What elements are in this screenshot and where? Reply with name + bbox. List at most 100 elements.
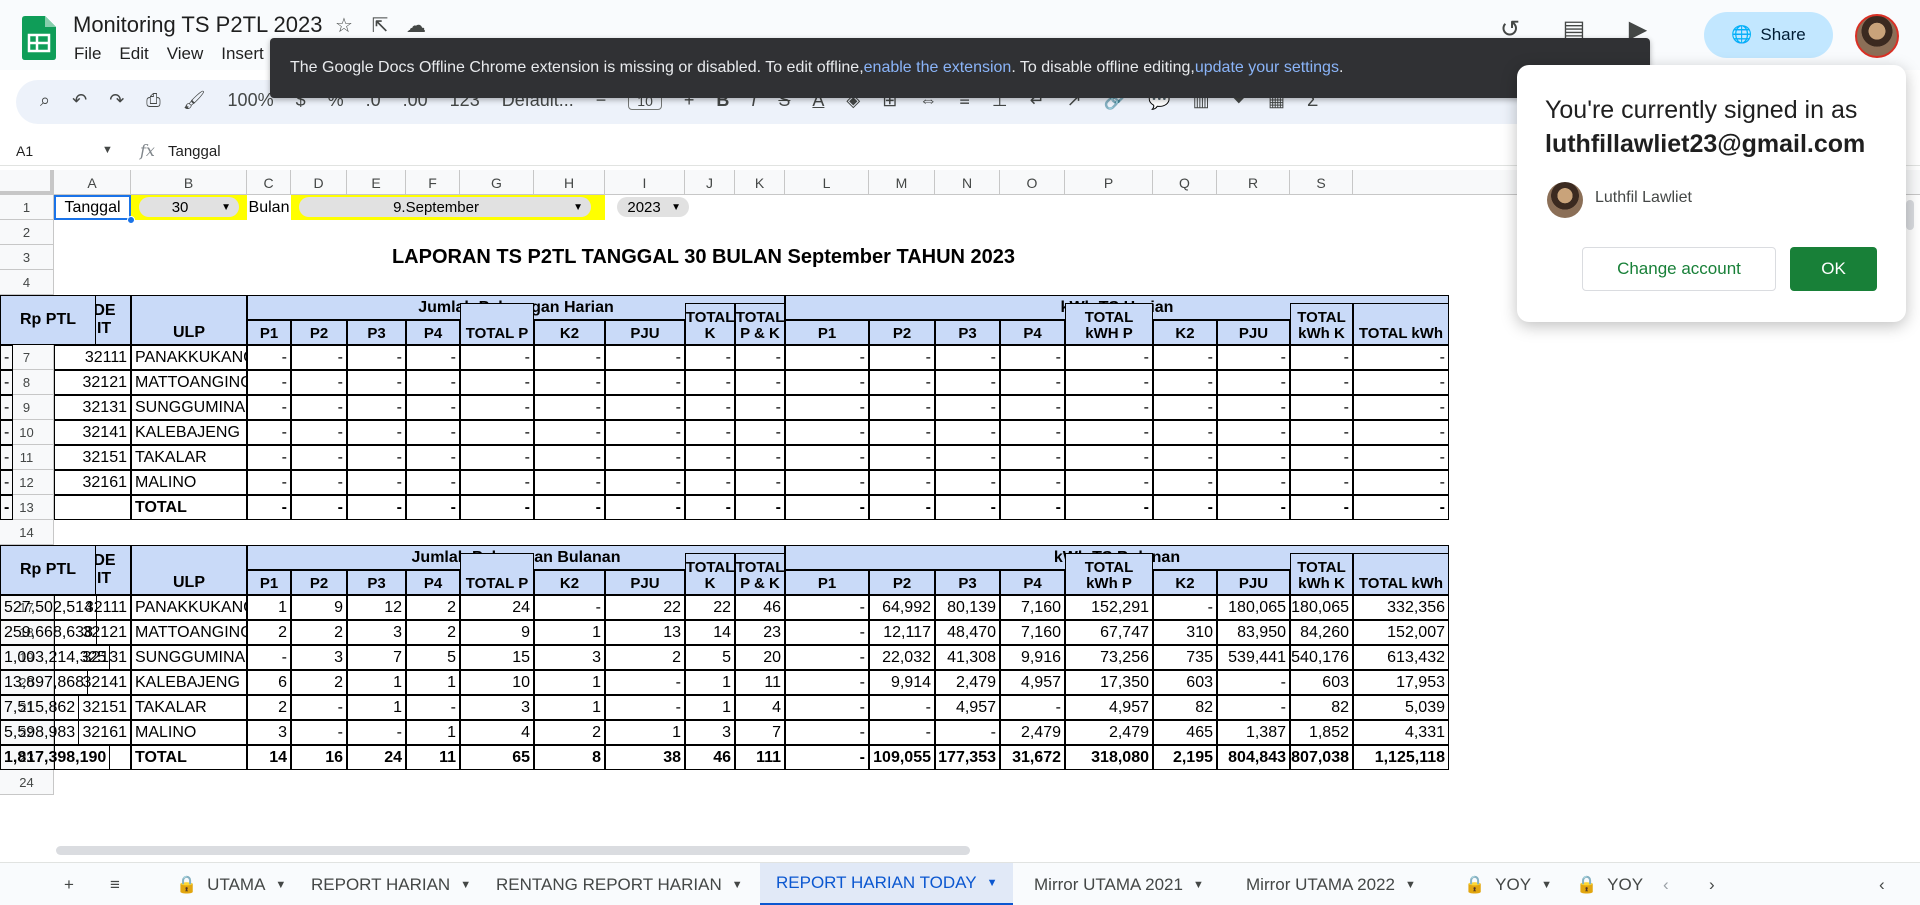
menu-file[interactable]: File (74, 44, 101, 64)
sheets-logo-icon[interactable] (22, 16, 56, 60)
table_daily-value-cell[interactable]: - (291, 420, 347, 445)
table_daily-value-cell[interactable]: - (247, 420, 291, 445)
table_daily-subheader[interactable]: P1 (247, 320, 291, 345)
table_monthly-value-cell[interactable]: 9 (460, 620, 534, 645)
table_daily-value-cell[interactable]: - (1000, 445, 1065, 470)
table_daily-value-cell[interactable]: - (460, 445, 534, 470)
table_monthly-value-cell[interactable]: 17,953 (1353, 670, 1449, 695)
table_monthly-value-cell[interactable]: 603 (1153, 670, 1217, 695)
table_daily-ulp-cell[interactable]: SUNGGUMINASA (131, 395, 247, 420)
bulan-cell[interactable]: 9.September ▼ (291, 195, 605, 220)
table_monthly-value-cell[interactable]: 1 (685, 695, 735, 720)
menu-insert[interactable]: Insert (221, 44, 264, 64)
table_daily-value-cell[interactable]: - (785, 345, 869, 370)
table_monthly-value-cell[interactable]: 64,992 (869, 595, 935, 620)
table_monthly-value-cell[interactable]: 3 (347, 620, 406, 645)
table_monthly-total-cell[interactable]: 38 (605, 745, 685, 770)
table_monthly-value-cell[interactable]: 527,502,514 (0, 595, 97, 620)
table_monthly-subheader[interactable]: P4 (1000, 570, 1065, 595)
table_daily-ulp-cell[interactable]: TAKALAR (131, 445, 247, 470)
row-header-4[interactable]: 4 (0, 270, 54, 295)
table_monthly-total-cell[interactable]: 14 (247, 745, 291, 770)
column-header-s[interactable]: S (1290, 170, 1353, 195)
table_daily-value-cell[interactable]: - (0, 420, 14, 445)
table_monthly-total-cell[interactable]: 16 (291, 745, 347, 770)
name-box[interactable]: A1 (16, 143, 33, 159)
table_monthly-ulp-cell[interactable]: SUNGGUMINASA (131, 645, 247, 670)
tahun-dropdown[interactable]: 2023 ▼ (617, 197, 689, 217)
table_daily-total-cell[interactable]: - (347, 495, 406, 520)
table_daily-value-cell[interactable]: - (460, 370, 534, 395)
table_daily-value-cell[interactable]: - (685, 470, 735, 495)
table_daily-subheader[interactable]: TOTAL kWH P (1065, 303, 1153, 345)
table_daily-value-cell[interactable]: - (605, 370, 685, 395)
table_monthly-total-cell[interactable]: 807,038 (1290, 745, 1353, 770)
table_monthly-subheader[interactable]: P3 (935, 570, 1000, 595)
table_monthly-subheader[interactable]: P2 (869, 570, 935, 595)
table_monthly-value-cell[interactable]: 12 (347, 595, 406, 620)
table_monthly-total-cell[interactable]: 1,125,118 (1353, 745, 1449, 770)
table_daily-value-cell[interactable]: - (406, 370, 460, 395)
table_monthly-subheader[interactable]: PJU (1217, 570, 1290, 595)
add-sheet-button[interactable]: + (48, 863, 90, 905)
table_monthly-value-cell[interactable]: 4 (735, 695, 785, 720)
table_monthly-value-cell[interactable]: 48,470 (935, 620, 1000, 645)
table_monthly-value-cell[interactable]: 152,291 (1065, 595, 1153, 620)
table_monthly-value-cell[interactable]: - (869, 695, 935, 720)
table_monthly-value-cell[interactable]: 310 (1153, 620, 1217, 645)
table_daily-value-cell[interactable]: - (685, 445, 735, 470)
table_daily-value-cell[interactable]: - (869, 395, 935, 420)
enable-extension-link[interactable]: enable the extension (864, 59, 1012, 77)
sheet-tab[interactable]: REPORT HARIAN ▼ (295, 863, 487, 905)
table_daily-value-cell[interactable]: - (869, 345, 935, 370)
table_daily-value-cell[interactable]: - (605, 345, 685, 370)
table_monthly-value-cell[interactable]: 2 (291, 670, 347, 695)
table_monthly-total-cell[interactable]: 109,055 (869, 745, 935, 770)
table_daily-total-cell[interactable]: - (460, 495, 534, 520)
table_daily-value-cell[interactable]: - (460, 470, 534, 495)
table_monthly-subheader[interactable]: K2 (534, 570, 605, 595)
table_daily-value-cell[interactable]: - (1000, 470, 1065, 495)
table_daily-subheader[interactable]: TOTAL kWh (1353, 303, 1449, 345)
table_monthly-total-cell[interactable]: 804,843 (1217, 745, 1290, 770)
all-sheets-button[interactable]: ≡ (94, 863, 136, 905)
table_daily-total-cell[interactable]: - (406, 495, 460, 520)
table_monthly-ulp-cell[interactable]: MALINO (131, 720, 247, 745)
table_daily-ulp-cell[interactable]: MALINO (131, 470, 247, 495)
sheet-tab[interactable]: Mirror UTAMA 2021 ▼ (1018, 863, 1220, 905)
table_monthly-value-cell[interactable]: 4,331 (1353, 720, 1449, 745)
table_daily-value-cell[interactable]: - (460, 395, 534, 420)
document-title[interactable]: Monitoring TS P2TL 2023 (73, 12, 322, 38)
table_daily-subheader[interactable]: P4 (1000, 320, 1065, 345)
column-header-d[interactable]: D (291, 170, 347, 195)
table_daily-value-cell[interactable]: - (534, 345, 605, 370)
table_monthly-value-cell[interactable]: 2 (406, 595, 460, 620)
table_daily-total-cell[interactable]: - (1065, 495, 1153, 520)
row-header-3[interactable]: 3 (0, 245, 54, 270)
table_daily-value-cell[interactable]: - (685, 395, 735, 420)
table_monthly-subheader[interactable]: PJU (605, 570, 685, 595)
table_daily-value-cell[interactable]: - (869, 420, 935, 445)
table_daily-value-cell[interactable]: - (605, 445, 685, 470)
table_daily-total-cell[interactable]: - (735, 495, 785, 520)
table_monthly-value-cell[interactable]: 1 (605, 720, 685, 745)
table_daily-value-cell[interactable]: - (1353, 470, 1449, 495)
table_monthly-value-cell[interactable]: 1 (347, 695, 406, 720)
table_monthly-value-cell[interactable]: - (291, 720, 347, 745)
table_daily-value-cell[interactable]: - (735, 395, 785, 420)
table_daily-value-cell[interactable]: - (1065, 370, 1153, 395)
table_monthly-ulp-cell[interactable]: PANAKKUKANG (131, 595, 247, 620)
table_daily-total-cell[interactable]: - (291, 495, 347, 520)
table_monthly-value-cell[interactable]: - (1217, 670, 1290, 695)
table_monthly-value-cell[interactable]: - (785, 695, 869, 720)
table_monthly-value-cell[interactable]: 2,479 (935, 670, 1000, 695)
table_daily-total-cell[interactable]: - (1353, 495, 1449, 520)
table_monthly-value-cell[interactable]: - (406, 695, 460, 720)
table_daily-total-cell[interactable]: - (0, 495, 14, 520)
table_daily-subheader[interactable]: K2 (1153, 320, 1217, 345)
table_monthly-total-label[interactable]: TOTAL (131, 745, 247, 770)
table_monthly-value-cell[interactable]: 2,479 (1065, 720, 1153, 745)
table_daily-value-cell[interactable]: - (347, 470, 406, 495)
sheet-tab[interactable]: 🔒 YOY L (1560, 863, 1645, 905)
tanggal-cell[interactable]: 30 ▼ (131, 195, 247, 220)
